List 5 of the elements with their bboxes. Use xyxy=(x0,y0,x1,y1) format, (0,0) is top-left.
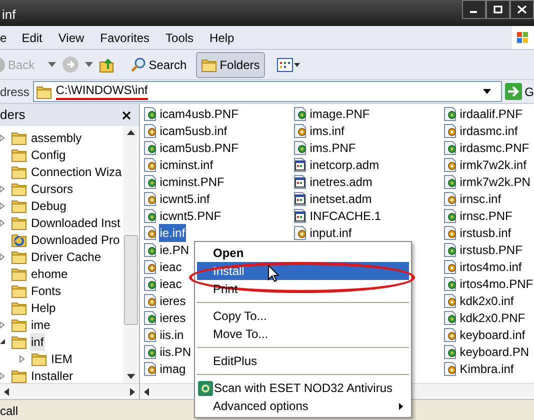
window-title: inf xyxy=(2,6,16,24)
address-path: C:\WINDOWS\inf xyxy=(56,83,148,100)
status-text: call xyxy=(0,402,18,420)
pane-title: ders xyxy=(0,106,26,124)
address-label: dress xyxy=(0,84,30,100)
